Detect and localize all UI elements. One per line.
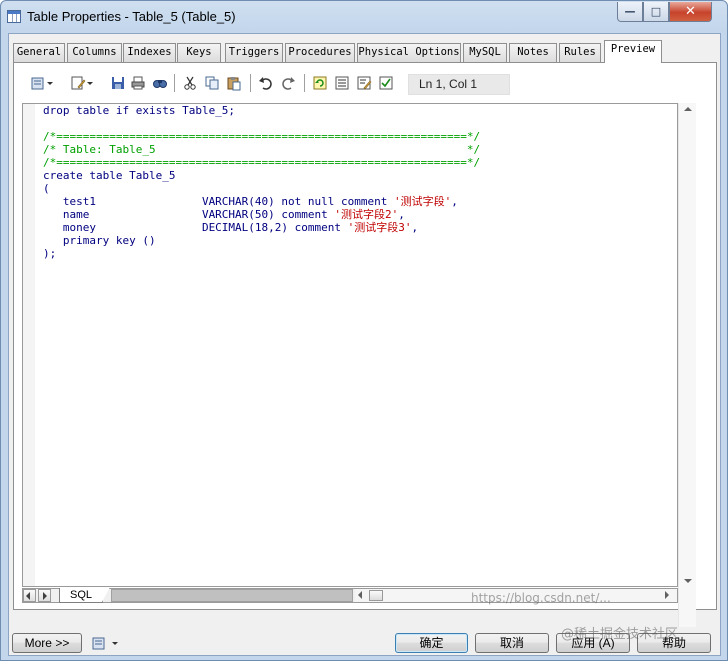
tab-rules[interactable]: Rules xyxy=(559,43,601,62)
window-title: Table Properties - Table_5 (Table_5) xyxy=(27,9,236,24)
arrow-right-icon xyxy=(43,592,47,600)
code-line: money DECIMAL(18,2) comment '测试字段3', xyxy=(43,221,480,234)
redo-icon[interactable] xyxy=(280,75,296,91)
tab-notes[interactable]: Notes xyxy=(509,43,557,62)
list-icon[interactable] xyxy=(334,75,350,91)
scroll-up-icon[interactable] xyxy=(684,107,692,111)
code-line: /*======================================… xyxy=(43,156,480,169)
code-token: name VARCHAR(50) comment xyxy=(43,208,335,221)
code-line: test1 VARCHAR(40) not null comment '测试字段… xyxy=(43,195,480,208)
code-line: ( xyxy=(43,182,480,195)
dialog-client: General Columns Indexes Keys Triggers Pr… xyxy=(8,33,721,656)
tab-columns[interactable]: Columns xyxy=(67,43,122,62)
tab-physical-options[interactable]: Physical Options xyxy=(357,43,461,62)
tab-splitter[interactable] xyxy=(111,589,353,602)
preview-panel: Ln 1, Col 1 drop table if exists Table_5… xyxy=(13,62,717,627)
print-icon[interactable] xyxy=(130,75,146,91)
minimize-button[interactable]: — xyxy=(617,2,643,22)
code-token: '测试字段2' xyxy=(334,208,399,221)
scroll-down-icon[interactable] xyxy=(684,579,692,583)
sql-code[interactable]: drop table if exists Table_5; /*=========… xyxy=(43,104,480,260)
code-token: /*======================================… xyxy=(43,130,481,143)
toolbar-separator xyxy=(174,74,175,92)
edit-icon[interactable] xyxy=(70,75,86,91)
code-token: , xyxy=(451,195,458,208)
tab-procedures[interactable]: Procedures xyxy=(285,43,355,62)
more-button[interactable]: More >> xyxy=(12,633,82,653)
chevron-down-icon[interactable] xyxy=(111,635,119,651)
preview-toolbar: Ln 1, Col 1 xyxy=(24,71,514,97)
table-icon xyxy=(7,10,21,23)
tab-mysql[interactable]: MySQL xyxy=(463,43,507,62)
undo-icon[interactable] xyxy=(258,75,274,91)
print-options-icon[interactable] xyxy=(91,635,107,651)
tab-triggers[interactable]: Triggers xyxy=(225,43,283,62)
title-bar[interactable]: Table Properties - Table_5 (Table_5) — □… xyxy=(1,1,727,33)
code-line: /* Table: Table_5 */ xyxy=(43,143,480,156)
code-token: '测试字段' xyxy=(394,195,452,208)
code-token: ); xyxy=(43,247,57,260)
scroll-right-icon[interactable] xyxy=(665,591,669,599)
code-line: /*======================================… xyxy=(43,130,480,143)
cut-icon[interactable] xyxy=(182,75,198,91)
code-token: drop table if exists Table_5; xyxy=(43,104,236,117)
chevron-down-icon[interactable] xyxy=(46,75,54,91)
find-icon[interactable] xyxy=(152,75,168,91)
code-line: drop table if exists Table_5; xyxy=(43,104,480,117)
print-options-icon[interactable] xyxy=(30,75,46,91)
table-properties-window: Table Properties - Table_5 (Table_5) — □… xyxy=(0,0,728,661)
tab-nav-right-button[interactable] xyxy=(38,589,51,602)
tab-nav-left-button[interactable] xyxy=(23,589,36,602)
code-token: ( xyxy=(43,182,50,195)
code-line: primary key () xyxy=(43,234,480,247)
code-line: name VARCHAR(50) comment '测试字段2', xyxy=(43,208,480,221)
checklist-icon[interactable] xyxy=(378,75,394,91)
watermark-url: https://blog.csdn.net/... xyxy=(471,591,611,605)
sql-editor[interactable]: drop table if exists Table_5; /*=========… xyxy=(22,103,678,587)
code-token: primary key () xyxy=(43,234,156,247)
paste-icon[interactable] xyxy=(226,75,242,91)
maximize-button[interactable]: □ xyxy=(643,2,669,22)
horizontal-scroll-thumb[interactable] xyxy=(369,590,383,601)
code-token: money DECIMAL(18,2) comment xyxy=(43,221,348,234)
cancel-button[interactable]: 取消 xyxy=(475,633,549,653)
code-token: '测试字段3' xyxy=(347,221,412,234)
copy-icon[interactable] xyxy=(204,75,220,91)
code-token: /* Table: Table_5 */ xyxy=(43,143,481,156)
toolbar-separator xyxy=(250,74,251,92)
scroll-left-icon[interactable] xyxy=(358,591,362,599)
chevron-down-icon[interactable] xyxy=(86,75,94,91)
toolbar-separator xyxy=(304,74,305,92)
tab-keys[interactable]: Keys xyxy=(177,43,221,62)
tab-indexes[interactable]: Indexes xyxy=(123,43,176,62)
save-icon[interactable] xyxy=(110,75,126,91)
tab-general[interactable]: General xyxy=(13,43,65,62)
code-token: test1 VARCHAR(40) not null comment xyxy=(43,195,394,208)
sql-sheet-tab[interactable]: SQL xyxy=(59,587,110,603)
close-button[interactable]: ✕ xyxy=(669,2,712,22)
code-token: , xyxy=(411,221,419,234)
ok-button[interactable]: 确定 xyxy=(395,633,468,653)
code-line: create table Table_5 xyxy=(43,169,480,182)
code-token: /*======================================… xyxy=(43,156,481,169)
code-token: create table Table_5 xyxy=(43,169,176,182)
code-line: ); xyxy=(43,247,480,260)
edit-list-icon[interactable] xyxy=(356,75,372,91)
editor-gutter xyxy=(23,104,35,586)
arrow-left-icon xyxy=(26,592,30,600)
code-token: , xyxy=(398,208,405,221)
cursor-position-status: Ln 1, Col 1 xyxy=(408,74,510,95)
refresh-icon[interactable] xyxy=(312,75,328,91)
vertical-scrollbar[interactable] xyxy=(678,103,696,627)
tab-preview[interactable]: Preview xyxy=(604,40,662,63)
watermark-brand: @稀土掘金技术社区 xyxy=(561,627,679,642)
